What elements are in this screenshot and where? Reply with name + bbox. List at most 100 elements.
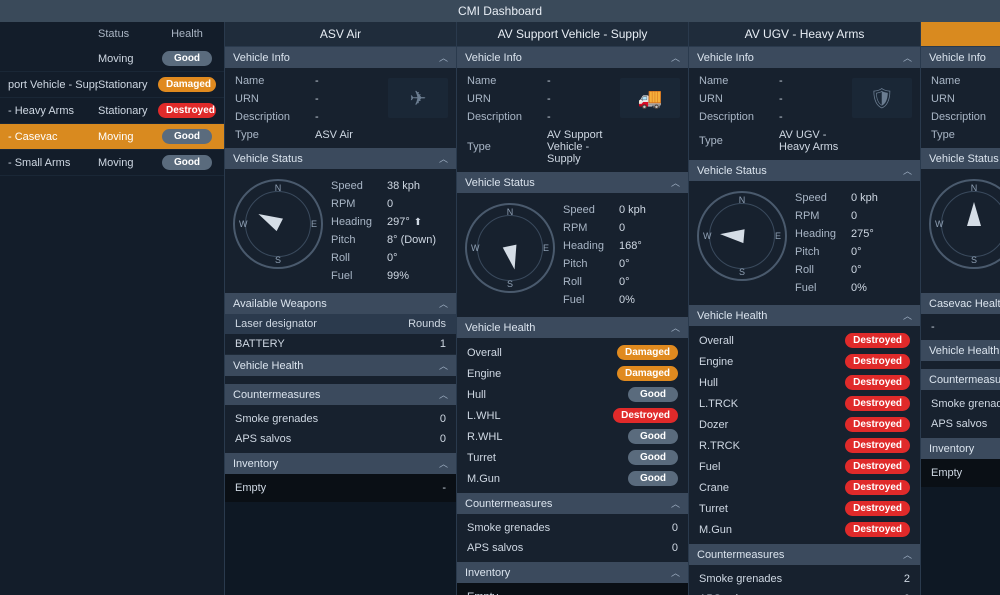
health-badge: Good	[162, 51, 212, 66]
section-header[interactable]: Vehicle Info︿	[921, 47, 1000, 68]
sidebar-row-status: Moving	[98, 157, 158, 169]
status-heading: 168°	[619, 240, 678, 252]
cm-row: Smoke grenades0	[457, 518, 688, 538]
sidebar-row[interactable]: Moving Good	[0, 46, 224, 72]
chevron-up-icon: ︿	[903, 309, 912, 322]
sidebar-row-name: - Heavy Arms	[8, 105, 98, 117]
info-description: -	[547, 111, 610, 123]
chevron-up-icon: ︿	[439, 388, 448, 401]
info-urn: -	[779, 93, 842, 105]
status-roll: 0°	[387, 252, 446, 264]
health-row: HullDestroyed	[689, 372, 920, 393]
health-row: R.TRCKDestroyed	[689, 435, 920, 456]
section-inventory: Inventory︿ Empty-	[457, 562, 688, 595]
casevac-row: -	[921, 318, 1000, 336]
section-vehicle-status: Vehicle Status︿ NSEW Speed0 kph RPM0 Hea…	[689, 160, 920, 305]
section-header[interactable]: Countermeasures︿	[225, 384, 456, 405]
section-vehicle-status: Vehicle Status︿ NSEW Speed0 kph RPM0 Hea…	[457, 172, 688, 317]
panel-title[interactable]: AV UGV - Heavy Arms	[689, 22, 920, 47]
cm-row: Smoke grenades2	[689, 569, 920, 589]
health-badge: Good	[628, 471, 678, 486]
sidebar-row-status: Stationary	[98, 79, 158, 91]
status-pitch: 8° (Down)	[387, 234, 446, 246]
section-header[interactable]: Available Weapons︿	[225, 293, 456, 314]
cm-row: Smoke grenades0	[225, 409, 456, 429]
chevron-up-icon: ︿	[671, 51, 680, 64]
compass-icon: NSEW	[929, 179, 1000, 269]
arrow-up-icon: ⬆	[414, 217, 422, 228]
sidebar-row[interactable]: - Heavy Arms Stationary Destroyed	[0, 98, 224, 124]
sidebar-row[interactable]: - Casevac Moving Good	[0, 124, 224, 150]
weapon-row[interactable]: BATTERY1	[225, 334, 456, 355]
chevron-up-icon: ︿	[439, 457, 448, 470]
sidebar-row-name: port Vehicle - Supply	[8, 79, 98, 91]
section-vehicle-health: Vehicle Health︿ OverallDamagedEngineDama…	[457, 317, 688, 493]
health-badge: Damaged	[617, 366, 678, 381]
section-header[interactable]: Vehicle Status︿	[225, 148, 456, 169]
health-badge: Destroyed	[845, 333, 910, 348]
status-roll: 0°	[619, 276, 678, 288]
section-header[interactable]: Vehicle Status︿	[921, 148, 1000, 169]
info-type: AV Support Vehicle - Supply	[547, 129, 610, 165]
section-header[interactable]: Inventory︿	[225, 453, 456, 474]
section-header[interactable]: Inventory︿	[921, 438, 1000, 459]
section-header[interactable]: Countermeasures︿	[689, 544, 920, 565]
health-badge: Good	[162, 129, 212, 144]
chevron-up-icon: ︿	[671, 497, 680, 510]
status-fuel: 0%	[851, 282, 910, 294]
panel-title[interactable]: AV Support Vehicle - Supply	[457, 22, 688, 47]
section-header[interactable]: Countermeasures︿	[457, 493, 688, 514]
section-header[interactable]: Vehicle Info︿	[689, 47, 920, 68]
cm-row: APS salvos	[921, 414, 1000, 434]
health-badge: Destroyed	[158, 103, 216, 118]
health-badge: Destroyed	[845, 459, 910, 474]
compass-icon: NSEW	[697, 191, 787, 281]
section-header[interactable]: Countermeasures︿	[921, 369, 1000, 390]
section-header[interactable]: Inventory︿	[457, 562, 688, 583]
sidebar-row-status: Stationary	[98, 105, 158, 117]
section-header[interactable]: Vehicle Status︿	[689, 160, 920, 181]
vehicle-panel: AV Support Vehicle - Supply Vehicle Info…	[456, 22, 688, 595]
health-badge: Destroyed	[845, 438, 910, 453]
inventory-row: Empty	[921, 463, 1000, 483]
panel-title[interactable]: ASV Air	[225, 22, 456, 47]
section-header[interactable]: Vehicle Health︿	[457, 317, 688, 338]
info-name: -	[315, 75, 378, 87]
health-row: L.TRCKDestroyed	[689, 393, 920, 414]
health-badge: Destroyed	[845, 480, 910, 495]
sidebar-header: Status Health	[0, 22, 224, 46]
section-header[interactable]: Vehicle Health︿	[225, 355, 456, 376]
section-header[interactable]: Vehicle Info︿	[457, 47, 688, 68]
section-header[interactable]: Vehicle Status︿	[457, 172, 688, 193]
health-badge: Damaged	[617, 345, 678, 360]
weapon-header: Laser designatorRounds	[225, 314, 456, 334]
sidebar-row-name: - Small Arms	[8, 157, 98, 169]
section-header[interactable]: Casevac Health︿	[921, 293, 1000, 314]
chevron-up-icon: ︿	[903, 164, 912, 177]
section-header[interactable]: Vehicle Health︿	[921, 340, 1000, 361]
sidebar-row-status: Moving	[98, 53, 158, 65]
info-name: -	[779, 75, 842, 87]
status-speed: 0 kph	[851, 192, 910, 204]
health-row: FuelDestroyed	[689, 456, 920, 477]
panel-title[interactable]: AV	[921, 22, 1000, 47]
section-vehicle-health: Vehicle Health︿ OverallDestroyedEngineDe…	[689, 305, 920, 544]
section-header[interactable]: Vehicle Info︿	[225, 47, 456, 68]
vehicle-list-sidebar: Status Health Moving Good port Vehicle -…	[0, 22, 224, 595]
chevron-up-icon: ︿	[439, 359, 448, 372]
status-rpm: 0	[387, 198, 446, 210]
section-header[interactable]: Vehicle Health︿	[689, 305, 920, 326]
section-vehicle-info: Vehicle Info︿ Name- URN- Description- Ty…	[225, 47, 456, 148]
sidebar-row[interactable]: - Small Arms Moving Good	[0, 150, 224, 176]
health-row: DozerDestroyed	[689, 414, 920, 435]
health-badge: Destroyed	[845, 354, 910, 369]
health-badge: Damaged	[158, 77, 216, 92]
sidebar-row[interactable]: port Vehicle - Supply Stationary Damaged	[0, 72, 224, 98]
vehicle-panel: ASV Air Vehicle Info︿ Name- URN- Descrip…	[224, 22, 456, 595]
app-titlebar: CMI Dashboard	[0, 0, 1000, 22]
section-vehicle-status: Vehicle Status︿ NSEW Speed RPM Heading P…	[921, 148, 1000, 293]
health-row: EngineDestroyed	[689, 351, 920, 372]
chevron-up-icon: ︿	[903, 51, 912, 64]
health-row: R.WHLGood	[457, 426, 688, 447]
vehicle-panels: ASV Air Vehicle Info︿ Name- URN- Descrip…	[224, 22, 1000, 595]
